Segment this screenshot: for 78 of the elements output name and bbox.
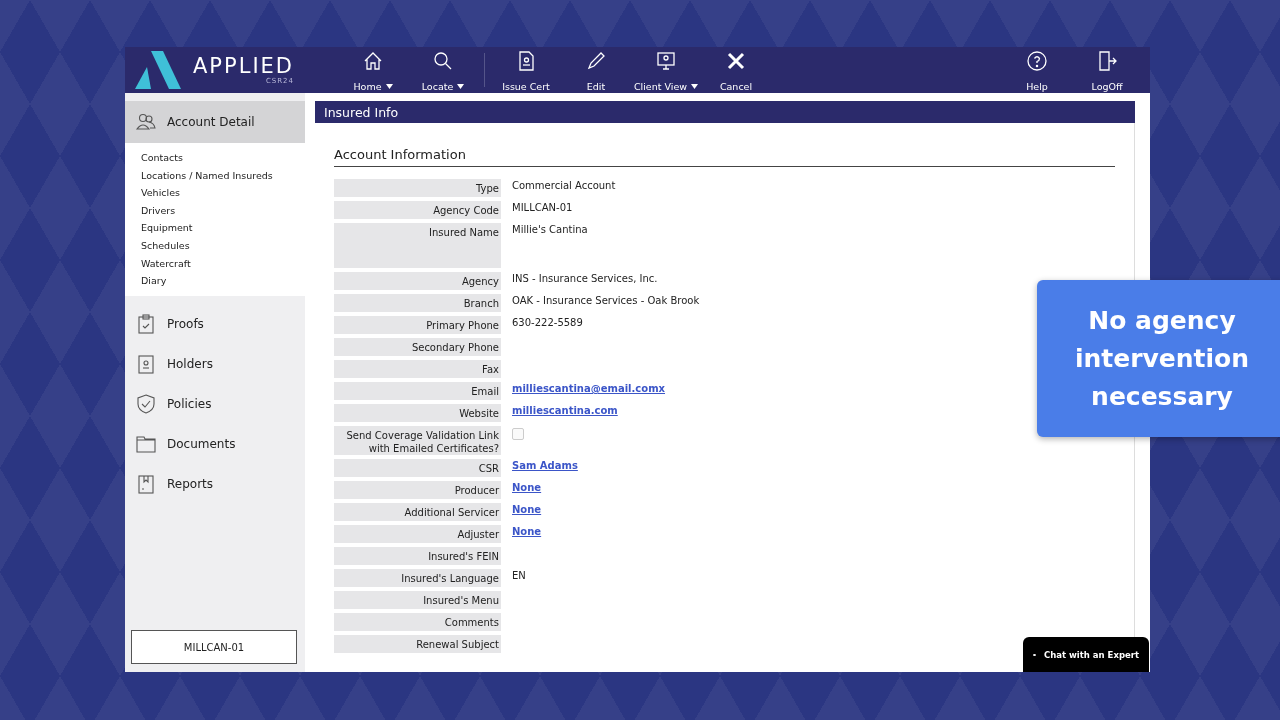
pencil-icon bbox=[585, 50, 607, 72]
field-label: Send Coverage Validation Link with Emailed Certificates? bbox=[334, 426, 501, 455]
account-code: MILLCAN-01 bbox=[131, 630, 297, 664]
field-value: 630-222-5589 bbox=[512, 316, 583, 328]
logo-text: APPLIED bbox=[193, 55, 295, 77]
submenu-item[interactable]: Watercraft bbox=[141, 254, 289, 273]
field-label: Primary Phone bbox=[334, 316, 501, 334]
submenu-item[interactable]: Schedules bbox=[141, 236, 289, 255]
field-label: Agency Code bbox=[334, 201, 501, 219]
field-label: Insured's Language bbox=[334, 569, 501, 587]
submenu-item[interactable]: Contacts bbox=[141, 149, 289, 167]
sidebar-item[interactable]: Account Detail bbox=[125, 101, 305, 143]
field-link[interactable]: None bbox=[512, 525, 542, 537]
field-label: Comments bbox=[334, 613, 501, 631]
monitor-icon bbox=[655, 50, 677, 72]
submenu-item[interactable]: Locations / Named Insureds bbox=[141, 166, 289, 185]
panel-title: Insured Info bbox=[315, 101, 1135, 123]
field-label: Insured Name bbox=[334, 223, 501, 268]
field-label: Branch bbox=[334, 294, 501, 312]
report-icon bbox=[135, 472, 157, 495]
people-icon bbox=[135, 111, 157, 133]
shield-icon bbox=[135, 392, 157, 415]
logo-icon bbox=[133, 51, 183, 89]
checkbox[interactable] bbox=[512, 428, 524, 440]
field-label: CSR bbox=[334, 459, 501, 477]
field-link[interactable]: None bbox=[512, 503, 542, 515]
toolbar-button[interactable]: LogOff bbox=[1072, 48, 1142, 92]
field-value: OAK - Insurance Services - Oak Brook bbox=[512, 294, 700, 306]
toolbar-button[interactable]: Help bbox=[1002, 48, 1072, 92]
close-icon bbox=[725, 50, 747, 72]
field-label: Adjuster bbox=[334, 525, 501, 543]
certificate-icon bbox=[135, 352, 157, 375]
field-label: Producer bbox=[334, 481, 501, 499]
caret-icon bbox=[691, 84, 699, 89]
field-link[interactable]: None bbox=[512, 481, 542, 493]
clipboard-icon bbox=[135, 312, 157, 335]
field-value: EN bbox=[512, 569, 526, 581]
field-label: Email bbox=[334, 382, 501, 400]
callout: No agency intervention necessary bbox=[1037, 280, 1280, 437]
home-icon bbox=[362, 50, 384, 72]
field-label: Secondary Phone bbox=[334, 338, 501, 356]
toolbar-button[interactable]: Home bbox=[338, 48, 408, 92]
submenu-item[interactable]: Vehicles bbox=[141, 184, 289, 202]
toolbar-button[interactable]: Cancel bbox=[701, 48, 771, 92]
field-value: MILLCAN-01 bbox=[512, 201, 573, 213]
field-value: Millie's Cantina bbox=[512, 223, 588, 235]
toolbar-button[interactable]: Locate bbox=[408, 48, 478, 92]
field-value: Commercial Account bbox=[512, 179, 616, 191]
submenu-item[interactable]: Equipment bbox=[141, 219, 289, 237]
field-link[interactable]: Sam Adams bbox=[512, 459, 578, 471]
field-label: Website bbox=[334, 404, 501, 422]
field-label: Insured's Menu bbox=[334, 591, 501, 609]
field-label: Renewal Subject bbox=[334, 635, 501, 653]
field-label: Insured's FEIN bbox=[334, 547, 501, 565]
caret-icon bbox=[457, 84, 465, 89]
field-link[interactable]: milliescantina.com bbox=[512, 404, 618, 416]
section-title: Account Information bbox=[334, 147, 1115, 167]
chat-button[interactable]: Chat with an Expert bbox=[1023, 637, 1149, 672]
sidebar-item[interactable]: Holders bbox=[125, 343, 305, 384]
submenu-item[interactable]: Diary bbox=[141, 272, 289, 290]
field-label: Type bbox=[334, 179, 501, 197]
caret-icon bbox=[385, 84, 393, 89]
submenu-item[interactable]: Drivers bbox=[141, 201, 289, 220]
logout-icon bbox=[1096, 50, 1118, 72]
search-icon bbox=[432, 50, 454, 72]
field-label: Additional Servicer bbox=[334, 503, 501, 521]
toolbar-button[interactable]: Edit bbox=[561, 48, 631, 92]
toolbar-button[interactable]: Issue Cert bbox=[491, 48, 561, 92]
field-label: Agency bbox=[334, 272, 501, 290]
sidebar-item[interactable]: Reports bbox=[125, 463, 305, 504]
toolbar-button[interactable]: Client View bbox=[631, 48, 701, 92]
field-link[interactable]: milliescantina@email.comx bbox=[512, 382, 665, 394]
field-value: INS - Insurance Services, Inc. bbox=[512, 272, 658, 284]
help-icon bbox=[1026, 50, 1048, 72]
sidebar-item[interactable]: Proofs bbox=[125, 303, 305, 344]
sidebar-item[interactable]: Policies bbox=[125, 383, 305, 424]
sidebar-item[interactable]: Documents bbox=[125, 423, 305, 464]
field-label: Fax bbox=[334, 360, 501, 378]
